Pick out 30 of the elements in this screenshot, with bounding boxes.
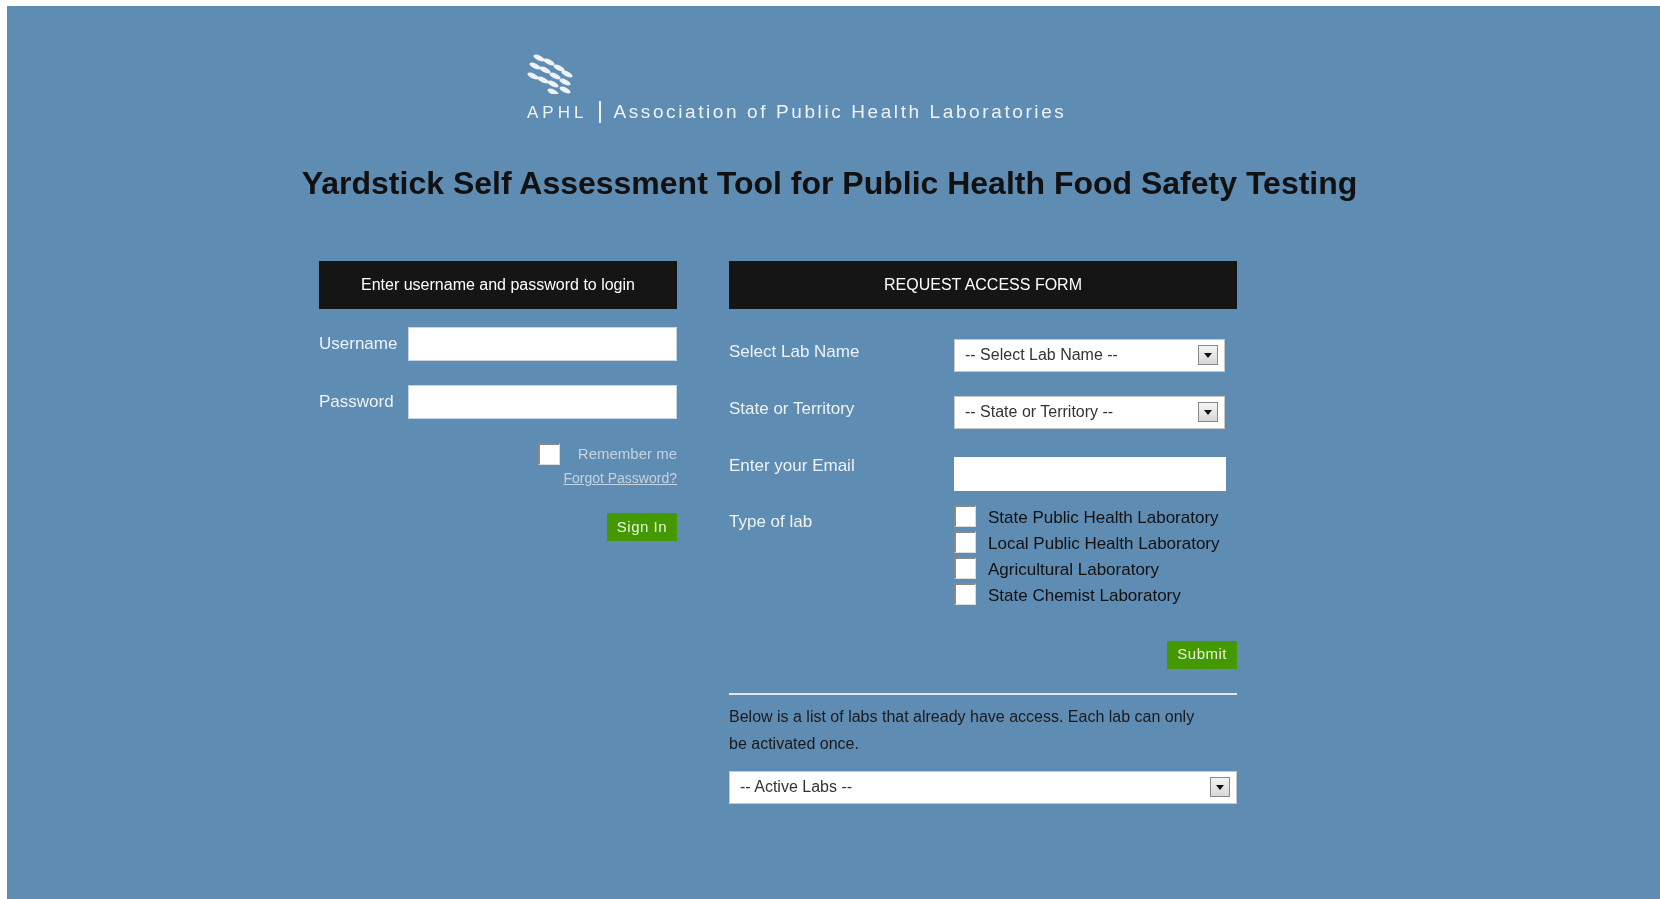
dropdown-select[interactable]: -- Select Lab Name -- xyxy=(954,338,1225,372)
lab-type-option: State Public Health Laboratory xyxy=(988,507,1219,527)
email-field[interactable] xyxy=(954,456,1226,491)
logo-divider xyxy=(599,101,602,124)
checkbox[interactable] xyxy=(954,582,976,605)
checkbox[interactable] xyxy=(954,556,976,579)
info-paragraph: Below is a list of labs that already have access. Each lab can only be activated once. xyxy=(729,706,1196,754)
checkbox[interactable] xyxy=(954,504,976,527)
page-title: Yardstick Self Assessment Tool for Public Health Food Safety Testing xyxy=(300,163,1359,203)
form-header: REQUEST ACCESS FORM xyxy=(729,260,1237,309)
checkbox[interactable] xyxy=(537,442,560,465)
field-label: Password xyxy=(319,390,394,413)
field-label: Username xyxy=(319,332,398,355)
logo-name: Association of Public Health Laboratories xyxy=(613,100,1067,124)
logo-abbreviation: APHL xyxy=(527,101,588,124)
dropdown-select[interactable]: -- Active Labs -- xyxy=(729,770,1237,804)
field-label: Type of lab xyxy=(729,510,814,533)
lab-type-option: Local Public Health Laboratory xyxy=(988,533,1220,553)
username-field[interactable] xyxy=(408,326,677,361)
lab-type-option: Agricultural Laboratory xyxy=(988,559,1160,579)
logo-icon xyxy=(527,52,575,94)
field-label: Select Lab Name xyxy=(729,340,861,363)
checkbox[interactable] xyxy=(954,530,976,553)
login-header: Enter username and password to login xyxy=(319,260,677,309)
lab-type-option: State Chemist Laboratory xyxy=(988,585,1181,605)
password-field[interactable] xyxy=(408,384,677,419)
field-label: State or Territory xyxy=(729,397,856,420)
remember-label: Remember me xyxy=(577,443,677,464)
dropdown-select[interactable]: -- State or Territory -- xyxy=(954,395,1225,429)
field-label: Enter your Email xyxy=(729,454,856,477)
